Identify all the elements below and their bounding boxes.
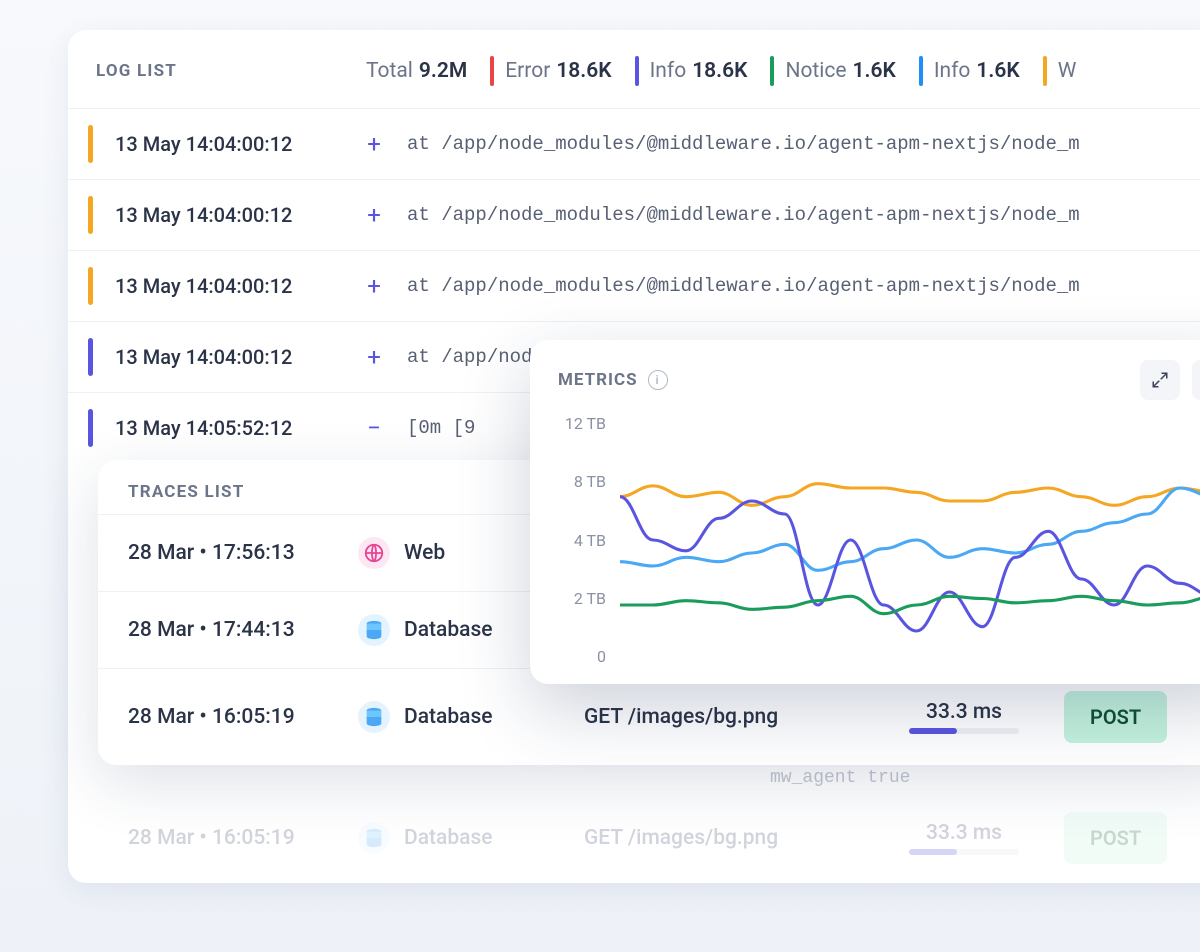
database-icon [358, 701, 390, 733]
log-list-header: LOG LIST Total 9.2M Error 18.6K Info 18.… [68, 30, 1200, 108]
log-timestamp: 13 May 14:05:52:12 [115, 416, 359, 440]
severity-indicator-icon [88, 196, 93, 234]
stat-info[interactable]: Info 18.6K [635, 56, 762, 86]
log-row[interactable]: 13 May 14:04:00:12 + at /app/node_module… [68, 108, 1200, 179]
expand-button[interactable]: + [359, 200, 389, 230]
info-icon[interactable]: i [648, 370, 668, 390]
trace-path: GET /images/bg.png [584, 705, 864, 729]
log-message: at /app/node_modules/@middleware.io/agen… [407, 133, 1080, 155]
expand-icon[interactable] [1140, 360, 1180, 400]
log-row[interactable]: 13 May 14:04:00:12 + at /app/node_module… [68, 250, 1200, 321]
trace-row-ghost: 28 Mar • 16:05:19 Database GET /images/b… [98, 790, 1200, 886]
expand-button[interactable]: + [359, 342, 389, 372]
database-icon [358, 822, 390, 854]
severity-bar-icon [919, 56, 923, 86]
log-row[interactable]: 13 May 14:04:00:12 + at /app/node_module… [68, 179, 1200, 250]
trace-timestamp: 28 Mar • 17:44:13 [128, 618, 358, 642]
method-badge: POST [1064, 812, 1167, 864]
log-timestamp: 13 May 14:04:00:12 [115, 274, 359, 298]
log-message: at /app/node_modules/@middleware.io/agen… [407, 275, 1080, 297]
severity-indicator-icon [88, 409, 93, 447]
severity-bar-icon [490, 56, 494, 86]
metrics-actions [1140, 360, 1200, 400]
trace-timestamp: 28 Mar • 17:56:13 [128, 541, 358, 565]
metrics-panel: METRICS i 12 TB 8 TB 4 TB 2 TB 0 [530, 340, 1200, 684]
severity-indicator-icon [88, 125, 93, 163]
trace-timestamp: 28 Mar • 16:05:19 [128, 705, 358, 729]
trace-timestamp: 28 Mar • 16:05:19 [128, 826, 358, 850]
chart-plot [620, 410, 1200, 670]
globe-icon [358, 537, 390, 569]
trace-type: Database [404, 705, 584, 729]
severity-bar-icon [635, 56, 639, 86]
metrics-chart[interactable]: 12 TB 8 TB 4 TB 2 TB 0 [558, 410, 1200, 670]
log-message: at /app/node_modules/@middleware.io/agen… [407, 204, 1080, 226]
severity-indicator-icon [88, 338, 93, 376]
method-badge[interactable]: POST [1064, 691, 1167, 743]
collapse-button[interactable]: − [359, 413, 389, 443]
log-stats: Total 9.2M Error 18.6K Info 18.6K Notice… [366, 56, 1082, 86]
stat-info2[interactable]: Info 1.6K [919, 56, 1034, 86]
log-timestamp: 13 May 14:04:00:12 [115, 203, 359, 227]
database-icon [358, 614, 390, 646]
expand-button[interactable]: + [359, 129, 389, 159]
log-timestamp: 13 May 14:04:00:12 [115, 132, 359, 156]
trace-duration: 33.3 ms [864, 821, 1064, 855]
severity-bar-icon [1043, 56, 1047, 86]
mw-agent-label: mw_agent true [770, 768, 910, 788]
trace-duration: 33.3 ms [864, 700, 1064, 734]
y-axis: 12 TB 8 TB 4 TB 2 TB 0 [558, 410, 620, 670]
filter-icon[interactable] [1192, 360, 1200, 400]
log-timestamp: 13 May 14:04:00:12 [115, 345, 359, 369]
trace-path: GET /images/bg.png [584, 826, 864, 850]
log-list-title: LOG LIST [96, 61, 366, 81]
stat-warn[interactable]: W [1043, 56, 1083, 86]
metrics-title: METRICS i [558, 370, 668, 390]
severity-indicator-icon [88, 267, 93, 305]
stat-error[interactable]: Error 18.6K [490, 56, 625, 86]
stat-notice[interactable]: Notice 1.6K [770, 56, 909, 86]
severity-bar-icon [770, 56, 774, 86]
metrics-header: METRICS i [558, 360, 1200, 400]
stat-total: Total 9.2M [366, 59, 481, 83]
log-message: [0m [9 [407, 417, 475, 439]
trace-type: Database [404, 826, 584, 850]
expand-button[interactable]: + [359, 271, 389, 301]
